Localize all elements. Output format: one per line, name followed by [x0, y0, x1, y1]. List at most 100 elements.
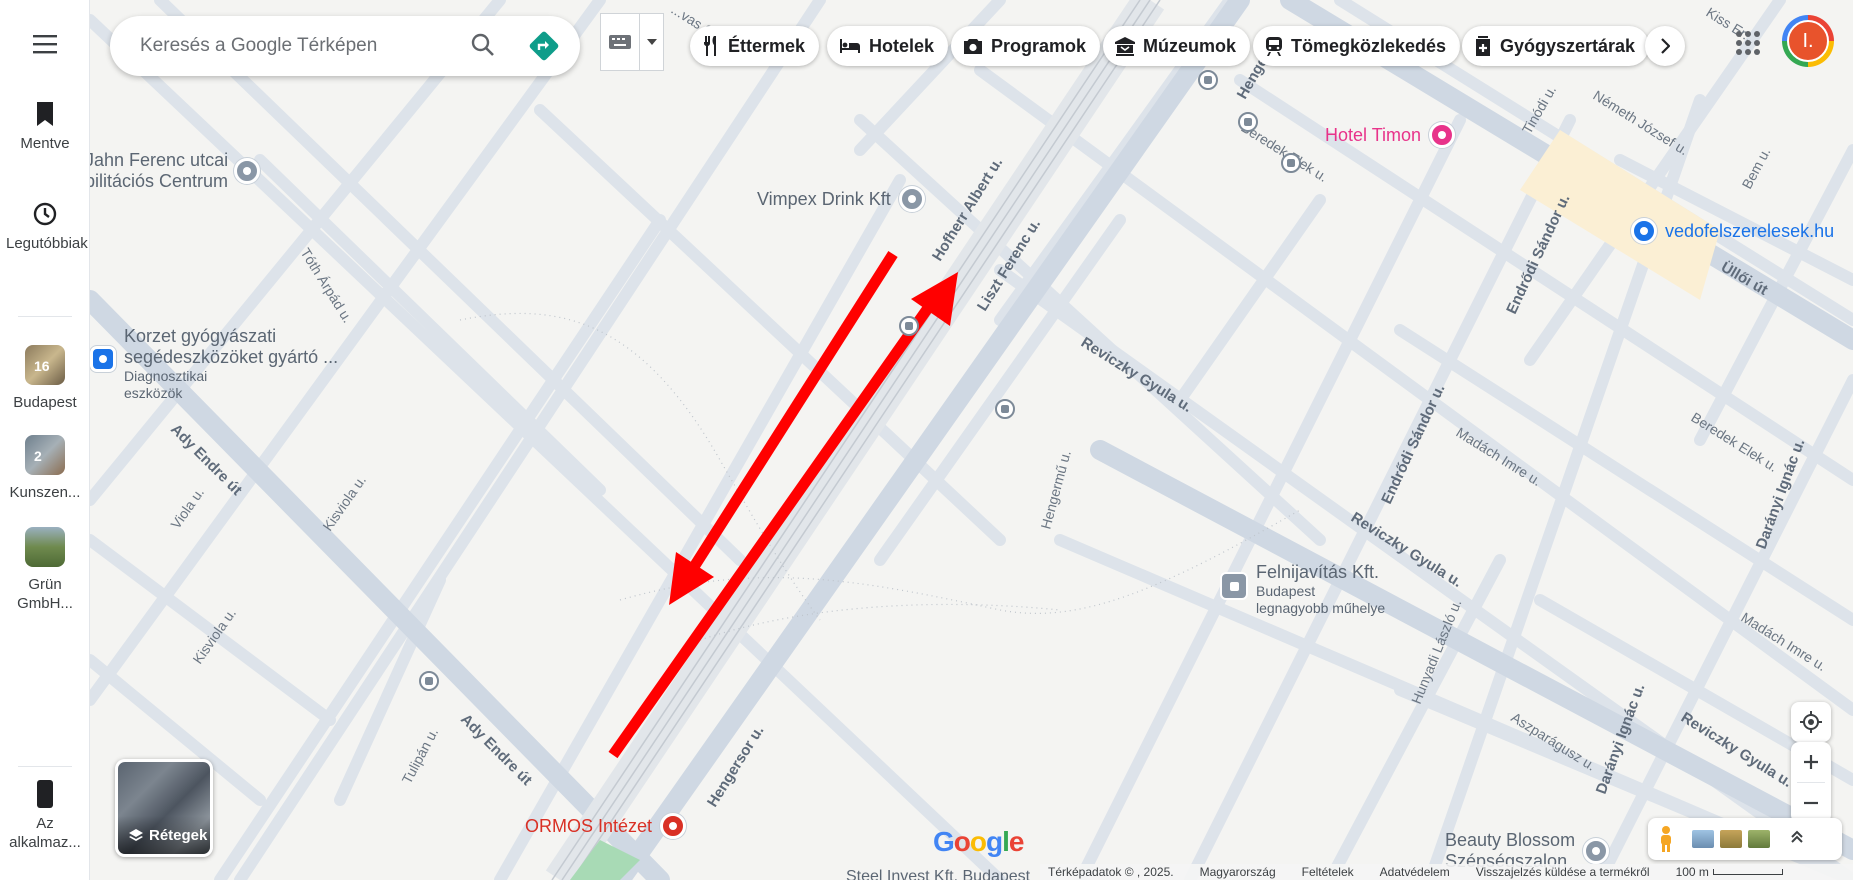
pegman-icon[interactable] [1648, 825, 1684, 853]
map-data-attribution: Térképadatok © , 2025. [1048, 865, 1174, 879]
poi-pin-icon [898, 186, 925, 212]
street-label: Tulipán u. [399, 725, 442, 786]
street-label: Reviczky Gyula u. [1078, 334, 1195, 416]
terms-link[interactable]: Feltételek [1302, 865, 1354, 879]
poi-jahn[interactable]: Jahn Ferenc utcai bilitációs Centrum [90, 150, 261, 192]
poi-hotel-timon[interactable]: Hotel Timon [1325, 122, 1456, 148]
phone-icon [31, 780, 59, 808]
service-pin-icon [1220, 572, 1248, 600]
layers-button[interactable]: Rétegek [115, 759, 213, 857]
camera-icon [964, 38, 982, 54]
keyboard-icon[interactable] [601, 34, 639, 50]
menu-button[interactable] [0, 30, 90, 64]
get-app-button[interactable]: Az alkalmaz... [0, 780, 90, 852]
list-label: Budapest [13, 394, 77, 411]
list-thumbnail: 2 [25, 435, 65, 475]
map-thumb-satellite[interactable] [1692, 830, 1714, 848]
hotel-pin-icon [1429, 122, 1456, 148]
list-count: 16 [34, 358, 50, 374]
recent-label: Legutóbbiak [6, 235, 88, 252]
list-thumbnail [25, 527, 65, 567]
bed-icon [840, 39, 860, 53]
chips-next-button[interactable] [1645, 26, 1685, 66]
hamburger-icon [31, 30, 59, 58]
account-avatar[interactable]: I. [1782, 15, 1834, 67]
maps-app: Hofherr Albert u. Liszt Ferenc u. Revicz… [0, 0, 1853, 880]
google-logo: Google [933, 826, 1024, 857]
feedback-link[interactable]: Visszajelzés küldése a termékről [1476, 865, 1650, 879]
map-thumb-terrain[interactable] [1720, 830, 1742, 848]
map-roads: Hofherr Albert u. Liszt Ferenc u. Revicz… [90, 0, 1853, 880]
apps-icon[interactable] [1733, 28, 1763, 58]
expand-icon[interactable] [1790, 830, 1804, 849]
chip-things-to-do[interactable]: Programok [951, 26, 1101, 66]
poi-pin-icon [1583, 838, 1610, 864]
street-label: Viola u. [167, 484, 207, 531]
street-label: Kisviola u. [319, 472, 369, 533]
scale-bar[interactable]: 100 m [1676, 865, 1783, 879]
privacy-link[interactable]: Adatvédelem [1380, 865, 1450, 879]
chevron-right-icon [1661, 38, 1670, 54]
recent-button[interactable]: Legutóbbiak [0, 200, 90, 253]
crosshair-icon [1800, 711, 1822, 733]
list-budapest[interactable]: 16 Budapest [0, 345, 90, 412]
train-icon [1266, 37, 1282, 56]
chip-transit[interactable]: Tömegközlekedés [1253, 26, 1461, 66]
street-label: Hengermű u. [1037, 448, 1073, 530]
chip-pharmacies[interactable]: Gyógyszertárak [1462, 26, 1650, 66]
list-grun[interactable]: Grün GmbH... [0, 527, 90, 613]
transit-stop-icon[interactable] [1281, 153, 1301, 173]
poi-steel-invest[interactable]: Steel Invest Kft. Budapest [846, 868, 1030, 880]
search-icon[interactable] [470, 32, 496, 63]
bookmark-icon [31, 100, 59, 128]
pharmacy-icon [1476, 36, 1490, 56]
poi-felnijavitas[interactable]: Felnijavítás Kft. Budapest legnagyobb mű… [1220, 562, 1385, 617]
region-link[interactable]: Magyarország [1200, 865, 1276, 879]
transit-stop-icon[interactable] [899, 316, 919, 336]
layers-label: Rétegek [149, 827, 208, 844]
map-thumb-3d[interactable] [1748, 830, 1770, 848]
street-label: Németh József u. [1590, 87, 1691, 158]
transit-stop-icon[interactable] [995, 399, 1015, 419]
arrow-up-right [608, 304, 933, 759]
chip-restaurants[interactable]: Éttermek [690, 26, 820, 66]
chevron-down-icon[interactable] [639, 14, 663, 70]
map-footer: Térképadatok © , 2025. Magyarország Felt… [1040, 864, 1853, 880]
list-label: Kunszen... [9, 484, 81, 501]
list-label: Grün GmbH... [17, 576, 73, 612]
poi-pin-icon [234, 158, 261, 184]
street-label: Bem u. [1739, 145, 1774, 192]
directions-icon[interactable] [528, 30, 560, 62]
saved-button[interactable]: Mentve [0, 100, 90, 153]
input-tools[interactable] [600, 13, 664, 71]
get-app-label: Az alkalmaz... [9, 815, 81, 851]
plus-icon [1804, 755, 1818, 769]
map-view-switcher [1648, 818, 1842, 860]
avatar-initial: I. [1787, 20, 1829, 62]
minus-icon [1804, 801, 1818, 805]
fork-knife-icon [703, 36, 716, 56]
history-icon [31, 200, 59, 228]
list-kunszen[interactable]: 2 Kunszen... [0, 435, 90, 502]
list-thumbnail: 16 [25, 345, 65, 385]
poi-korzet[interactable]: Korzet gyógyászati segédeszközöket gyárt… [90, 326, 338, 402]
transit-stop-icon[interactable] [1198, 70, 1218, 90]
map-canvas[interactable]: Hofherr Albert u. Liszt Ferenc u. Revicz… [90, 0, 1853, 880]
zoom-out-button[interactable] [1791, 783, 1831, 823]
chip-hotels[interactable]: Hotelek [827, 26, 949, 66]
museum-icon [1115, 36, 1135, 56]
search-input[interactable] [140, 35, 460, 57]
zoom-in-button[interactable] [1791, 742, 1831, 782]
street-label: Madách Imre u. [1453, 424, 1544, 489]
chip-museums[interactable]: Múzeumok [1103, 26, 1251, 66]
hospital-pin-icon [660, 813, 687, 839]
transit-stop-icon[interactable] [419, 671, 439, 691]
poi-ormos[interactable]: ORMOS Intézet [525, 813, 687, 839]
my-location-button[interactable] [1791, 702, 1831, 742]
street-label: Endrődi Sándor u. [1378, 382, 1448, 507]
shopping-bag-icon [1631, 218, 1657, 244]
transit-stop-icon[interactable] [1238, 112, 1258, 132]
poi-vedofelszerelesek[interactable]: vedofelszerelesek.hu [1631, 218, 1834, 244]
left-rail: Mentve Legutóbbiak 16 Budapest 2 Kunszen… [0, 0, 90, 880]
poi-vimpex[interactable]: Vimpex Drink Kft [757, 186, 925, 212]
